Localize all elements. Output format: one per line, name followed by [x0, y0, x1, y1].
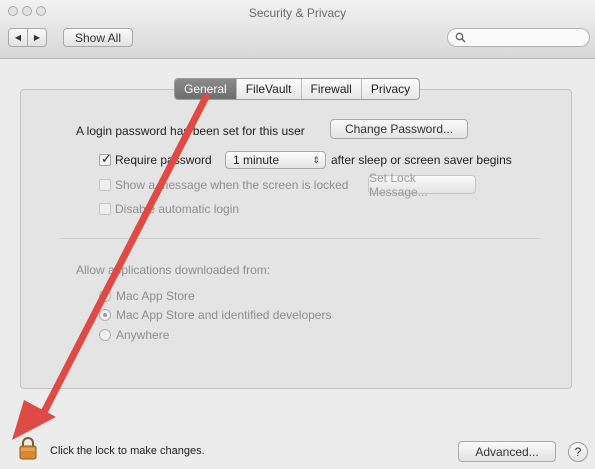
show-message-checkbox[interactable]: [99, 179, 111, 191]
chevron-left-icon: ◀: [14, 33, 22, 42]
security-privacy-window: Security & Privacy ◀ ▶ Show All General …: [0, 0, 595, 469]
change-password-button[interactable]: Change Password...: [330, 119, 468, 139]
tab-bar: General FileVault Firewall Privacy: [174, 78, 421, 100]
title-bar: Security & Privacy ◀ ▶ Show All: [0, 0, 595, 59]
radio-anywhere-label: Anywhere: [116, 328, 170, 342]
tab-firewall[interactable]: Firewall: [302, 79, 362, 99]
back-button[interactable]: ◀: [8, 28, 28, 47]
radio-selected-dot: [103, 313, 107, 317]
after-sleep-text: after sleep or screen saver begins: [331, 153, 512, 167]
radio-identified-developers[interactable]: [99, 309, 111, 321]
require-password-label: Require password: [115, 153, 212, 167]
help-icon: ?: [574, 445, 582, 459]
require-password-delay-value: 1 minute: [233, 153, 280, 167]
tab-filevault[interactable]: FileVault: [237, 79, 302, 99]
disable-auto-login-checkbox[interactable]: [99, 203, 111, 215]
lock-icon[interactable]: [18, 436, 38, 460]
login-password-text: A login password has been set for this u…: [76, 124, 305, 138]
require-password-delay-select[interactable]: 1 minute ⇕: [225, 151, 326, 169]
advanced-button[interactable]: Advanced...: [458, 441, 556, 462]
radio-mac-app-store-label: Mac App Store: [116, 289, 195, 303]
section-divider: [60, 238, 540, 239]
radio-mac-app-store[interactable]: [99, 290, 111, 302]
tab-privacy[interactable]: Privacy: [362, 79, 419, 99]
window-title: Security & Privacy: [248, 6, 347, 20]
tab-general[interactable]: General: [175, 79, 237, 99]
allow-apps-label: Allow applications downloaded from:: [76, 263, 271, 277]
set-lock-message-button[interactable]: Set Lock Message...: [368, 171, 476, 199]
forward-button[interactable]: ▶: [27, 28, 47, 47]
search-icon: [455, 32, 466, 43]
require-password-checkbox[interactable]: ✓: [99, 151, 112, 166]
chevron-right-icon: ▶: [33, 33, 41, 42]
show-message-label: Show a message when the screen is locked: [115, 178, 349, 192]
search-field[interactable]: [447, 28, 590, 47]
help-button[interactable]: ?: [568, 442, 588, 462]
radio-identified-developers-label: Mac App Store and identified developers: [116, 308, 332, 322]
lock-instruction-text: Click the lock to make changes.: [50, 445, 205, 457]
updown-arrows-icon: ⇕: [312, 155, 320, 165]
disable-auto-login-label: Disable automatic login: [115, 202, 240, 216]
radio-anywhere[interactable]: [99, 329, 111, 341]
show-all-button[interactable]: Show All: [63, 28, 133, 47]
checkmark-icon: ✓: [101, 151, 112, 166]
